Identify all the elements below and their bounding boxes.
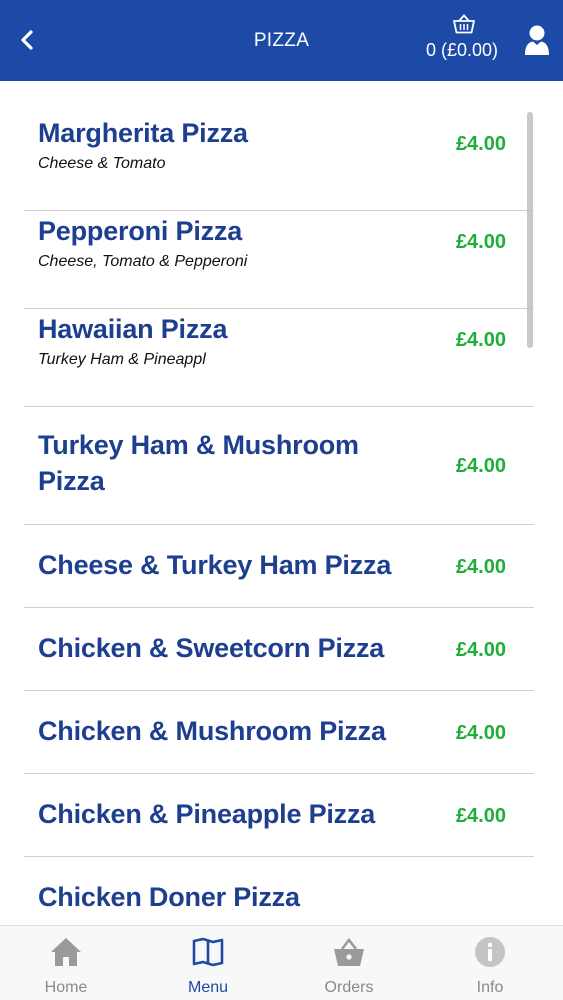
bottom-nav: Home Menu Orders Info (0, 925, 563, 1000)
menu-list-area[interactable]: Margherita Pizza Cheese & Tomato £4.00 Pepp… (0, 81, 563, 925)
menu-item[interactable]: Chicken & Pineapple Pizza £4.00 (24, 774, 534, 857)
menu-item-price: £4.00 (455, 805, 506, 827)
menu-item-name: Chicken Doner Pizza (38, 882, 300, 912)
account-button[interactable] (524, 24, 550, 56)
nav-orders[interactable]: Orders (299, 926, 399, 1000)
home-icon (51, 938, 81, 966)
menu-item-name: Margherita Pizza (38, 118, 248, 148)
menu-item-name: Chicken & Mushroom Pizza (38, 716, 386, 746)
basket-button[interactable]: 0 (£0.00) (426, 14, 506, 66)
menu-item[interactable]: Chicken & Mushroom Pizza £4.00 (24, 691, 534, 774)
nav-label-home: Home (44, 979, 88, 996)
nav-info[interactable]: Info (440, 926, 540, 1000)
menu-item-price: £4.00 (455, 133, 506, 155)
menu-item[interactable]: Chicken & Sweetcorn Pizza £4.00 (24, 608, 534, 691)
menu-item-price: £4.00 (455, 556, 506, 578)
nav-home[interactable]: Home (16, 926, 116, 1000)
menu-item-name: Hawaiian Pizza (38, 314, 228, 344)
nav-menu[interactable]: Menu (158, 926, 258, 1000)
menu-item[interactable]: Margherita Pizza Cheese & Tomato £4.00 (24, 113, 534, 211)
menu-item[interactable]: Hawaiian Pizza Turkey Ham & Pineappl £4.00 (24, 309, 534, 407)
top-bar: PIZZA 0 (£0.00) (0, 0, 563, 81)
menu-item-price: £4.00 (455, 455, 506, 477)
user-icon (525, 25, 549, 55)
menu-item-price: £4.00 (455, 722, 506, 744)
menu-item-price: £4.00 (455, 231, 506, 253)
menu-list: Margherita Pizza Cheese & Tomato £4.00 Pepp… (24, 113, 534, 925)
menu-item-description: Turkey Ham & Pineappl (38, 351, 206, 368)
menu-item-price: £4.00 (455, 639, 506, 661)
basket-total: 0 (£0.00) (426, 40, 499, 60)
menu-item-name: Chicken & Sweetcorn Pizza (38, 633, 385, 663)
chevron-left-icon (21, 30, 33, 50)
menu-book-icon (192, 937, 224, 967)
menu-item-description: Cheese & Tomato (38, 155, 166, 172)
back-button[interactable] (14, 26, 42, 54)
menu-item[interactable]: Cheese & Turkey Ham Pizza £4.00 (24, 525, 534, 608)
menu-item-name: Turkey Ham & Mushroom Pizza (38, 430, 359, 496)
menu-item-price: £4.00 (455, 329, 506, 351)
basket-icon (453, 14, 475, 34)
menu-item-name: Pepperoni Pizza (38, 216, 243, 246)
basket-icon (334, 937, 364, 966)
info-icon (475, 937, 505, 967)
menu-item[interactable]: Chicken Doner Pizza (24, 857, 534, 925)
nav-label-orders: Orders (324, 979, 374, 996)
menu-item-name: Cheese & Turkey Ham Pizza (38, 550, 392, 580)
menu-item[interactable]: Pepperoni Pizza Cheese, Tomato & Pepperon… (24, 211, 534, 309)
menu-item-description: Cheese, Tomato & Pepperoni (38, 253, 248, 270)
menu-item[interactable]: Turkey Ham & Mushroom Pizza £4.00 (24, 407, 534, 525)
nav-label-info: Info (476, 979, 504, 996)
scrollbar[interactable] (527, 112, 533, 348)
menu-item-name: Chicken & Pineapple Pizza (38, 799, 376, 829)
nav-label-menu: Menu (187, 979, 229, 996)
